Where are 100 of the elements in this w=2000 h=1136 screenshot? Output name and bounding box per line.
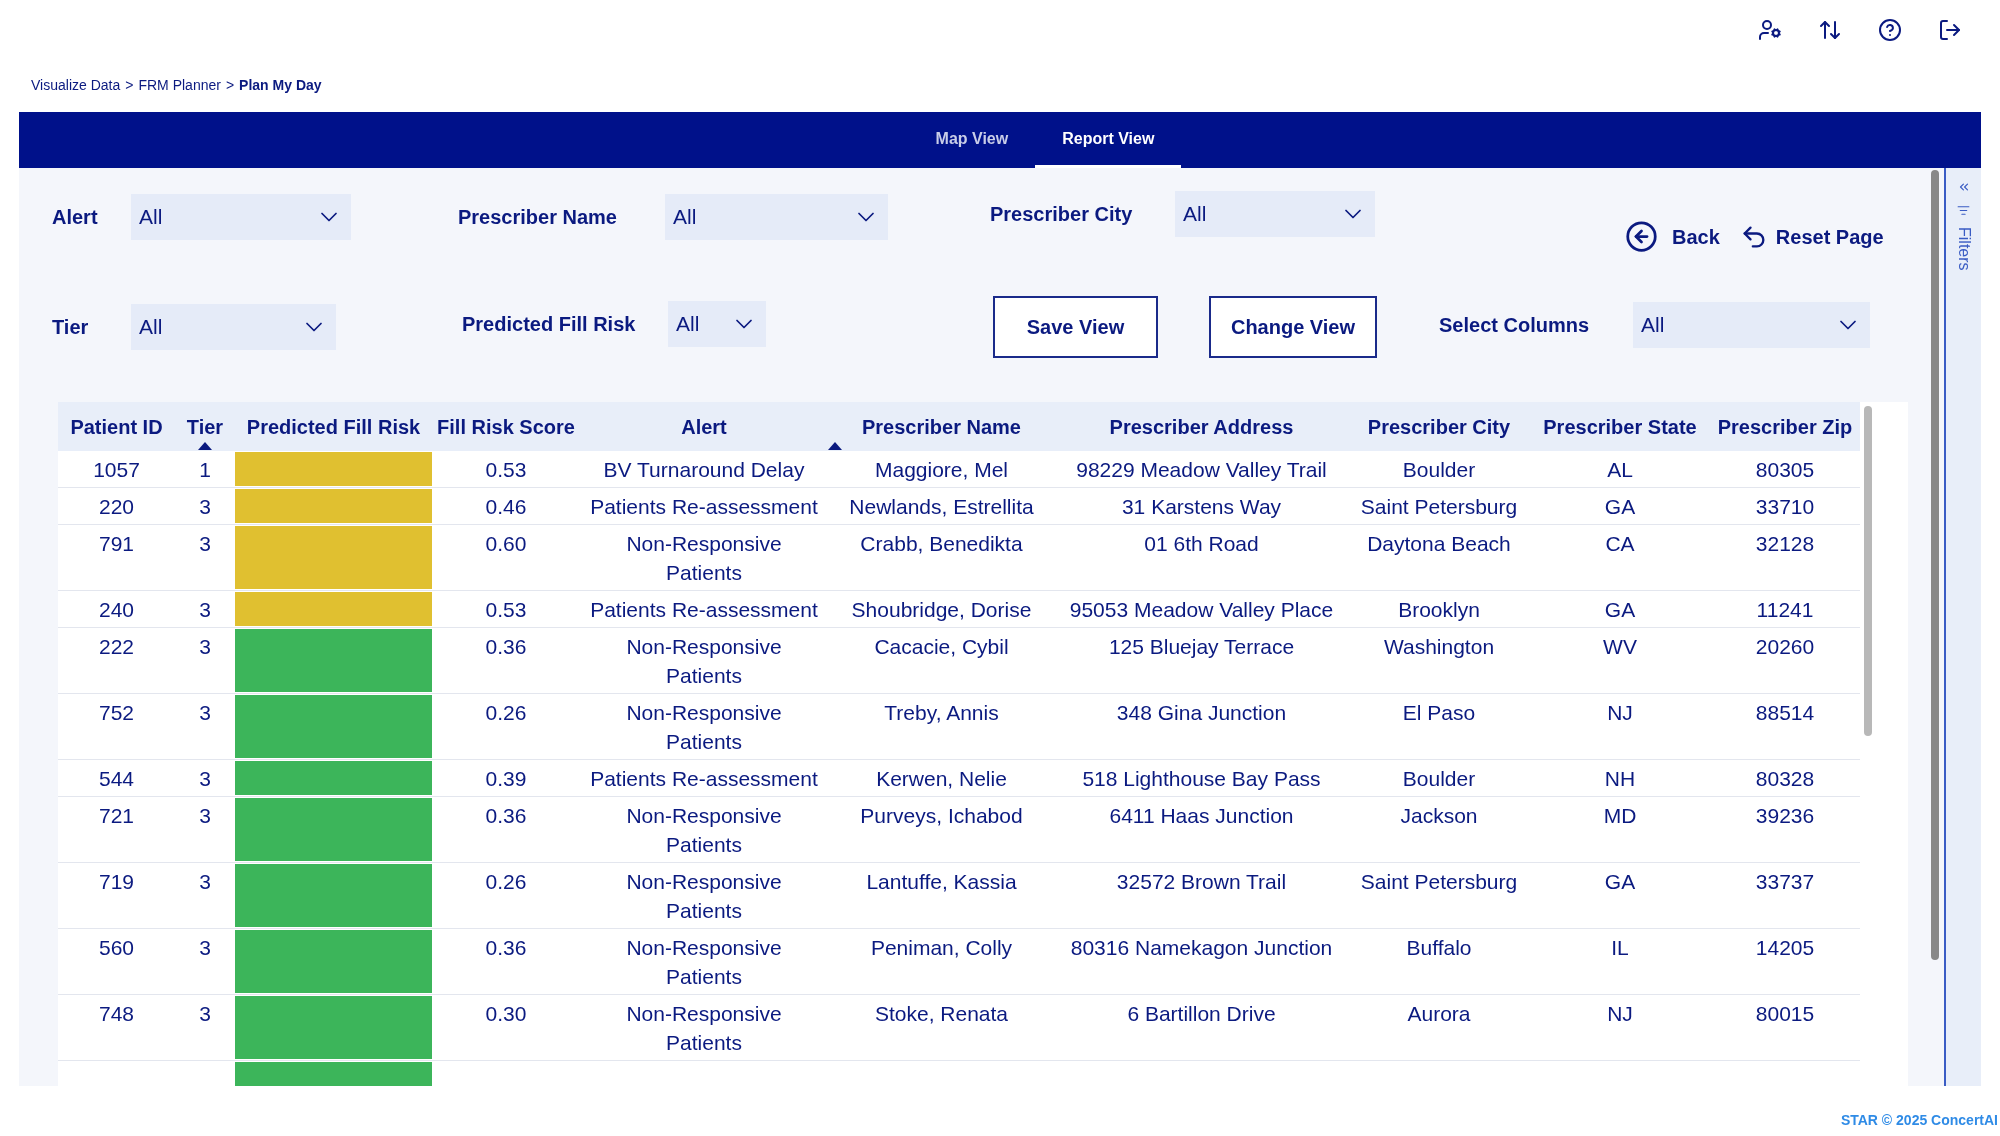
table-cell-text: Patients Re-assessment	[590, 766, 818, 792]
table-cell-text: 0.53	[485, 597, 527, 623]
table-cell-text: 1057	[93, 457, 140, 483]
table-cell-text: Patients Re-assessment	[590, 597, 818, 623]
table-cell-text: 719	[98, 869, 134, 895]
table-cell-text: GA	[1604, 494, 1636, 520]
table-cell-text: 0.26	[485, 869, 527, 895]
scrollbar[interactable]	[1931, 170, 1939, 960]
back-button[interactable]: Back	[1625, 220, 1720, 253]
table-cell-text: 240	[98, 597, 134, 623]
table-cell-text: Non-Responsive Patients	[625, 634, 783, 689]
table-cell-text: Peniman, Colly	[870, 935, 1013, 961]
table-cell-text: 80015	[1755, 1001, 1815, 1027]
table-cell-text: 220	[98, 494, 134, 520]
column-header[interactable]: Tier	[175, 402, 235, 451]
filter-label: Tier	[52, 315, 90, 340]
view-tab[interactable]: Map View	[908, 112, 1036, 168]
table-cell-text: Purveys, Ichabod	[860, 803, 1023, 829]
table-cell-text: 0.36	[485, 634, 527, 660]
table-cell-text: El Paso	[1402, 700, 1476, 726]
dropdown[interactable]: All	[665, 194, 888, 240]
table-cell-text: Daytona Beach	[1367, 531, 1511, 557]
table-cell-text: Non-Responsive Patients	[625, 700, 783, 755]
table-cell-text: 560	[98, 935, 134, 961]
column-header[interactable]: Prescriber State	[1530, 402, 1710, 451]
column-header[interactable]: Prescriber Address	[1055, 402, 1348, 451]
column-header[interactable]: Alert	[580, 402, 828, 451]
table-cell-text: Newlands, Estrellita	[849, 494, 1034, 520]
column-header[interactable]: Predicted Fill Risk	[235, 402, 432, 451]
table-cell-text: Non-Responsive Patients	[625, 803, 783, 858]
table-cell-text: MD	[1603, 803, 1637, 829]
filter-label: Predicted Fill Risk	[462, 312, 637, 337]
table-cell-text: 14205	[1755, 935, 1815, 961]
table-cell-text: Lantuffe, Kassia	[866, 869, 1017, 895]
dropdown[interactable]: All	[1175, 191, 1375, 237]
table-cell-text: 6411 Haas Junction	[1109, 803, 1294, 829]
table-cell-text: Maggiore, Mel	[874, 457, 1009, 483]
filters-label[interactable]: Filters	[1951, 227, 1976, 271]
table-cell-text: 32128	[1755, 531, 1815, 557]
sort-arrow-icon	[828, 442, 842, 450]
table-cell-text: AL	[1607, 457, 1633, 483]
column-header[interactable]: Prescriber City	[1348, 402, 1530, 451]
table-cell-text: 222	[98, 634, 134, 660]
copyright-text: STAR © 2025 ConcertAI	[1840, 1112, 1998, 1128]
column-header[interactable]: Prescriber Name	[828, 402, 1055, 451]
table-cell-text: 3	[199, 766, 211, 792]
table-cell-text: 32572 Brown Trail	[1116, 869, 1287, 895]
table-cell-text: Boulder	[1402, 457, 1476, 483]
table-cell-text: 80316 Namekagon Junction	[1070, 935, 1333, 961]
table-cell-text: IL	[1611, 935, 1629, 961]
breadcrumb-separator: >	[225, 75, 235, 95]
change-view-button[interactable]: Change View	[1209, 296, 1377, 358]
dropdown[interactable]: All	[668, 301, 766, 347]
user-settings-icon[interactable]	[1758, 18, 1782, 42]
table-cell-text: Aurora	[1407, 1001, 1471, 1027]
table-cell-text: CA	[1605, 531, 1635, 557]
table-cell-text: 0.46	[485, 494, 527, 520]
table-cell-text: 3	[199, 494, 211, 520]
table-cell-text: Saint Petersburg	[1360, 494, 1518, 520]
table-cell-text: Washington	[1383, 634, 1495, 660]
table-cell-text: 0.30	[485, 1001, 527, 1027]
save-view-button[interactable]: Save View	[993, 296, 1158, 358]
table-cell-text: Patients Re-assessment	[590, 494, 818, 520]
table-cell-text: GA	[1604, 597, 1636, 623]
table-cell-text: 3	[199, 869, 211, 895]
table-cell-text: NJ	[1607, 700, 1633, 726]
reset-page-button[interactable]: Reset Page	[1739, 221, 1884, 252]
table-cell-text: 3	[199, 634, 211, 660]
table-cell-text: 3	[199, 597, 211, 623]
table-cell-text: Brooklyn	[1398, 597, 1480, 623]
breadcrumb-link[interactable]: FRM Planner	[138, 74, 221, 96]
table-cell-text: Kerwen, Nelie	[876, 766, 1007, 792]
logout-icon[interactable]	[1938, 18, 1962, 42]
filter-label: Alert	[52, 205, 99, 230]
table-cell-text: Shoubridge, Dorise	[851, 597, 1032, 623]
table-cell-text: Cacacie, Cybil	[874, 634, 1009, 660]
up-down-arrows-icon[interactable]	[1818, 18, 1842, 42]
column-header[interactable]: Fill Risk Score	[432, 402, 580, 451]
dropdown[interactable]: All	[131, 194, 351, 240]
table-cell-text: 0.36	[485, 935, 527, 961]
column-header[interactable]: Prescriber Zip	[1710, 402, 1860, 451]
table-cell-text: Treby, Annis	[884, 700, 999, 726]
help-icon[interactable]	[1878, 18, 1902, 42]
table-cell-text: Crabb, Benedikta	[860, 531, 1023, 557]
table-cell-text: 518 Lighthouse Bay Pass	[1082, 766, 1321, 792]
table-cell-text: 39236	[1755, 803, 1815, 829]
table-cell-text: 01 6th Road	[1144, 531, 1259, 557]
scrollbar[interactable]	[1864, 406, 1872, 736]
column-header[interactable]: Patient ID	[58, 402, 175, 451]
breadcrumb-link[interactable]: Visualize Data	[31, 74, 121, 96]
table-cell-text: 3	[199, 531, 211, 557]
dropdown[interactable]: All	[1633, 302, 1870, 348]
table-cell-text: NJ	[1607, 1001, 1633, 1027]
filter-icon	[1957, 204, 1970, 217]
table-cell-text: 33710	[1755, 494, 1815, 520]
table-cell-text: Boulder	[1402, 766, 1476, 792]
table-cell-text: Non-Responsive Patients	[625, 869, 783, 924]
dropdown[interactable]: All	[131, 304, 336, 350]
table-cell-text: 0.36	[485, 803, 527, 829]
table-cell-text: 6 Bartillon Drive	[1127, 1001, 1276, 1027]
